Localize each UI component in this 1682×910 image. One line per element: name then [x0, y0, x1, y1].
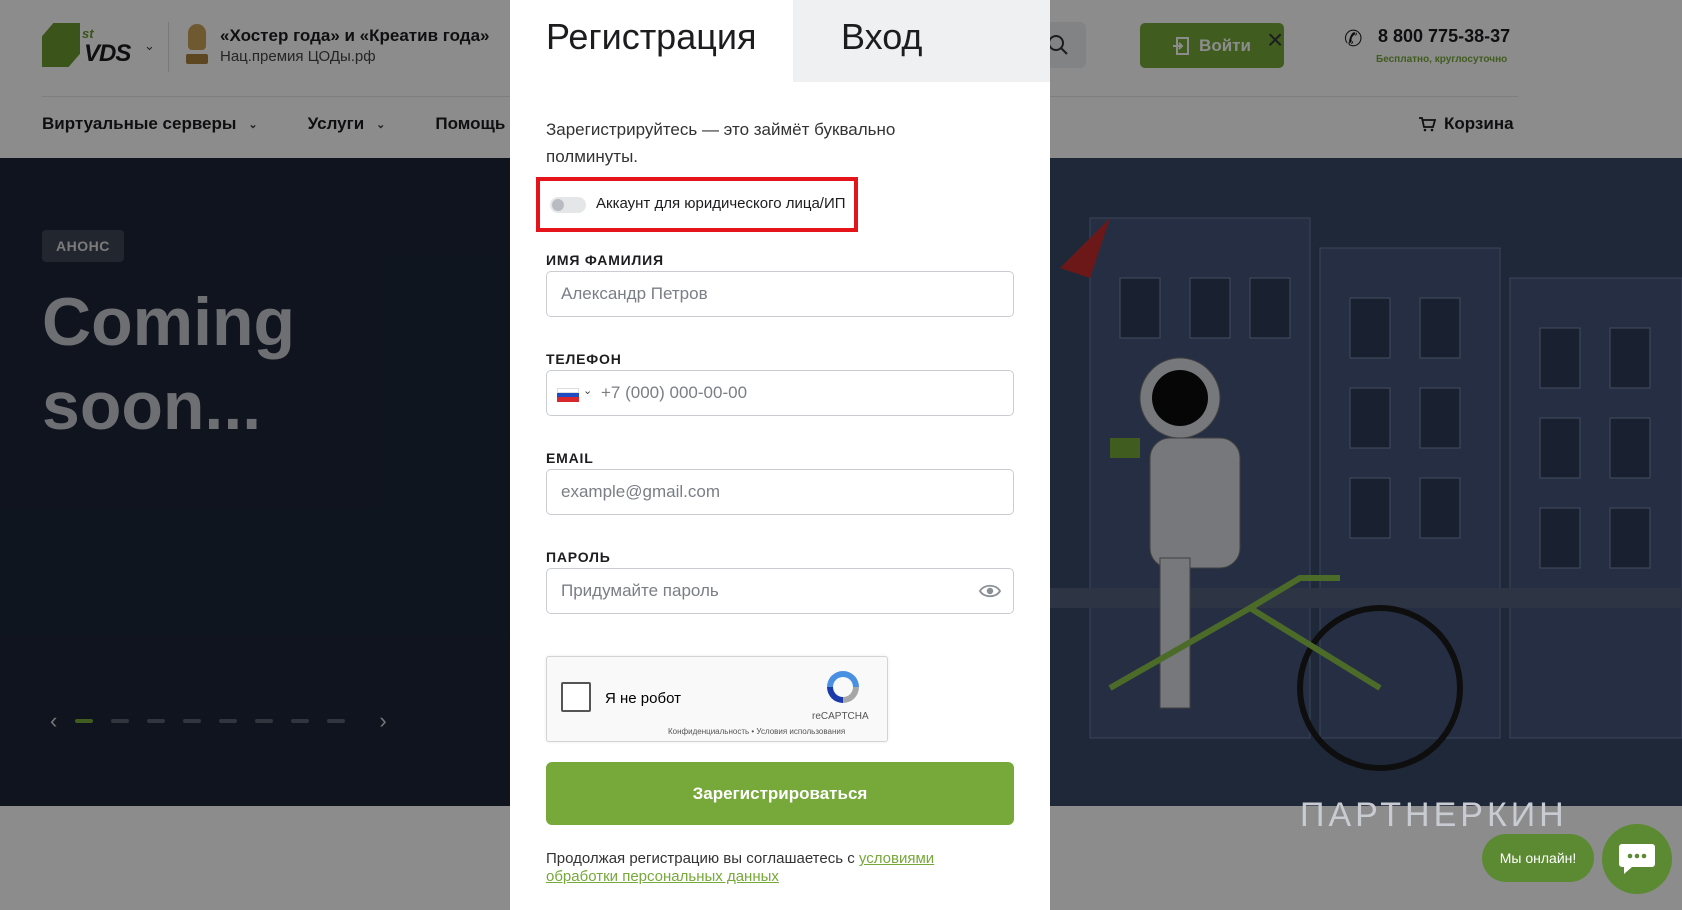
- password-field: [546, 568, 1014, 614]
- email-field: [546, 469, 1014, 515]
- name-field: [546, 271, 1014, 317]
- email-input[interactable]: [561, 470, 981, 514]
- watermark: ПАРТНЕРКИН: [1300, 796, 1568, 834]
- tab-login[interactable]: Вход ×: [793, 0, 1283, 82]
- toggle-knob: [552, 199, 564, 211]
- russia-flag-icon[interactable]: [557, 388, 579, 402]
- chat-button[interactable]: [1602, 824, 1672, 894]
- phone-input[interactable]: [601, 371, 981, 415]
- password-input[interactable]: [561, 569, 981, 613]
- recaptcha-checkbox[interactable]: [561, 682, 591, 712]
- legal-entity-toggle-label[interactable]: Аккаунт для юридического лица/ИП: [596, 195, 846, 212]
- registration-modal: Регистрация Вход × Зарегистрируйтесь — э…: [510, 0, 1283, 910]
- recaptcha-widget: Я не робот reCAPTCHA Конфиденциальность …: [546, 656, 888, 742]
- legal-entity-toggle[interactable]: [550, 197, 586, 213]
- recaptcha-label: Я не робот: [605, 690, 681, 707]
- name-input[interactable]: [561, 272, 981, 316]
- register-button[interactable]: Зарегистрироваться: [546, 762, 1014, 825]
- terms-text: Продолжая регистрацию вы соглашаетесь с …: [546, 850, 986, 886]
- password-label: ПАРОЛЬ: [546, 549, 611, 565]
- recaptcha-links[interactable]: Конфиденциальность • Условия использован…: [668, 727, 845, 736]
- terms-prefix: Продолжая регистрацию вы соглашаетесь с: [546, 850, 859, 867]
- tab-register-label: Регистрация: [546, 16, 757, 57]
- modal-tabs: Регистрация Вход ×: [510, 0, 1283, 82]
- intro-text: Зарегистрируйтесь — это займёт буквально…: [546, 120, 896, 166]
- chevron-down-icon[interactable]: ⌄: [583, 384, 592, 397]
- phone-field: ⌄: [546, 370, 1014, 416]
- tab-register[interactable]: Регистрация: [510, 0, 793, 82]
- highlight-box: Аккаунт для юридического лица/ИП: [536, 177, 858, 232]
- recaptcha-icon: [827, 671, 859, 703]
- close-icon[interactable]: ×: [1267, 24, 1283, 56]
- phone-label: ТЕЛЕФОН: [546, 351, 622, 367]
- tab-login-label: Вход: [841, 16, 923, 57]
- online-status-pill[interactable]: Мы онлайн!: [1482, 834, 1594, 882]
- recaptcha-brand: reCAPTCHA: [812, 711, 869, 722]
- chat-icon: [1619, 844, 1655, 874]
- name-label: ИМЯ ФАМИЛИЯ: [546, 252, 664, 268]
- eye-icon[interactable]: [979, 582, 1001, 600]
- email-label: EMAIL: [546, 450, 594, 466]
